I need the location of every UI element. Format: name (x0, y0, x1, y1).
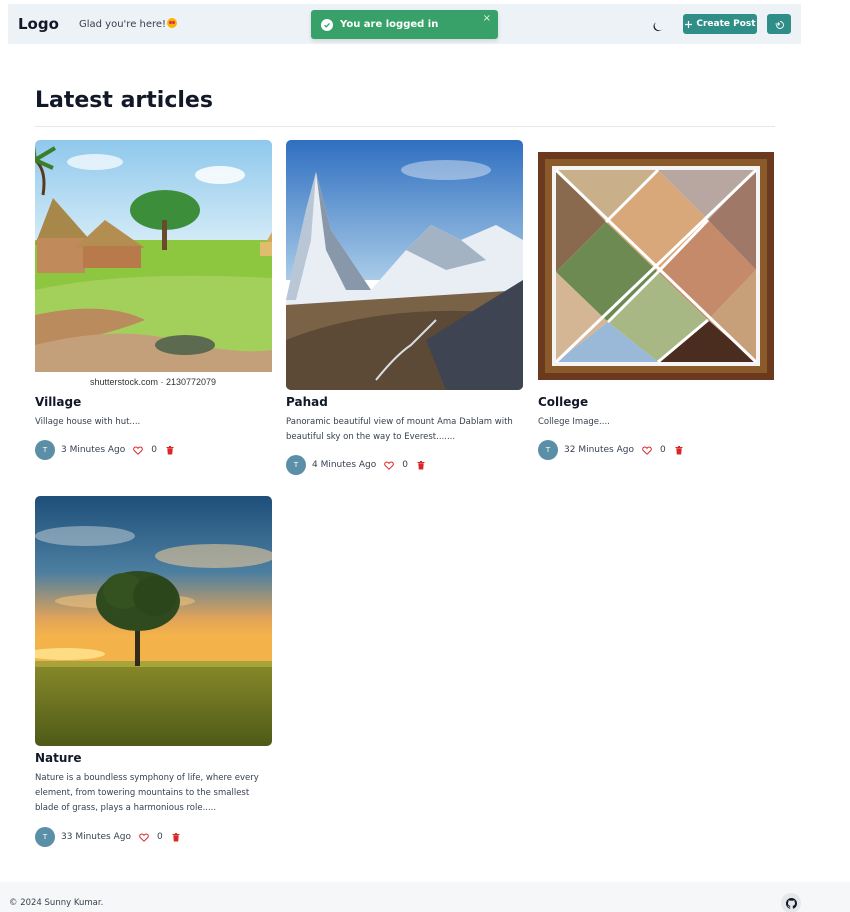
heart-icon[interactable] (642, 446, 652, 455)
article-title[interactable]: College (538, 395, 588, 409)
trash-icon[interactable] (172, 832, 180, 842)
article-description: College Image.... (538, 417, 610, 427)
trash-icon[interactable] (166, 445, 174, 455)
greeting-text: Glad you're here! (79, 19, 167, 30)
like-count: 0 (659, 445, 666, 455)
page-title: Latest articles (35, 88, 213, 113)
heart-icon[interactable] (139, 833, 149, 842)
article-time: 4 Minutes Ago (312, 460, 377, 470)
github-icon[interactable] (781, 893, 801, 912)
article-title[interactable]: Village (35, 395, 81, 409)
copyright: © 2024 Sunny Kumar. (9, 898, 104, 908)
article-card[interactable]: Nature Nature is a boundless symphony of… (35, 496, 272, 856)
article-card[interactable]: shutterstock.com · 2130772079 Village Vi… (35, 140, 272, 470)
close-icon[interactable]: × (483, 13, 491, 24)
logout-button[interactable] (767, 14, 791, 34)
article-time: 3 Minutes Ago (61, 445, 126, 455)
like-count: 0 (151, 445, 157, 455)
heart-eyes-emoji-icon (167, 18, 178, 28)
article-image[interactable] (538, 140, 775, 390)
logout-icon (775, 21, 784, 29)
like-count: 0 (156, 832, 163, 842)
avatar[interactable]: T (35, 440, 55, 460)
article-meta: T 33 Minutes Ago 0 (35, 827, 180, 847)
moon-icon[interactable] (652, 18, 664, 32)
footer: © 2024 Sunny Kumar. (0, 882, 850, 912)
heart-icon[interactable] (384, 461, 395, 470)
create-post-button[interactable]: Create Post (683, 14, 757, 34)
article-meta: T 32 Minutes Ago 0 (538, 440, 683, 460)
article-image[interactable] (35, 496, 272, 746)
login-toast: You are logged in × (311, 10, 498, 39)
plus-icon (685, 20, 693, 28)
toast-message: You are logged in (340, 19, 439, 30)
avatar[interactable]: T (35, 827, 55, 847)
trash-icon[interactable] (417, 460, 425, 470)
check-circle-icon (321, 18, 333, 31)
create-post-label: Create Post (696, 19, 756, 29)
article-description: Village house with hut.... (35, 417, 141, 427)
heart-icon[interactable] (133, 446, 144, 455)
logo[interactable]: Logo (18, 15, 59, 33)
article-meta: T 4 Minutes Ago 0 (286, 455, 425, 475)
trash-icon[interactable] (675, 445, 683, 455)
greeting: Glad you're here! (79, 18, 178, 30)
article-image[interactable] (286, 140, 523, 390)
article-title[interactable]: Nature (35, 751, 81, 765)
article-time: 32 Minutes Ago (564, 445, 634, 455)
article-title[interactable]: Pahad (286, 395, 328, 409)
avatar[interactable]: T (538, 440, 558, 460)
divider (35, 126, 775, 127)
article-description: Panoramic beautiful view of mount Ama Da… (286, 417, 513, 442)
article-image[interactable]: shutterstock.com · 2130772079 (35, 140, 272, 390)
avatar[interactable]: T (286, 455, 306, 475)
article-card[interactable]: College College Image.... T 32 Minutes A… (538, 140, 775, 470)
article-description: Nature is a boundless symphony of life, … (35, 773, 259, 813)
article-time: 33 Minutes Ago (61, 832, 131, 842)
article-card[interactable]: Pahad Panoramic beautiful view of mount … (286, 140, 523, 480)
article-meta: T 3 Minutes Ago 0 (35, 440, 174, 460)
image-watermark: shutterstock.com · 2130772079 (90, 377, 216, 387)
like-count: 0 (402, 460, 408, 470)
